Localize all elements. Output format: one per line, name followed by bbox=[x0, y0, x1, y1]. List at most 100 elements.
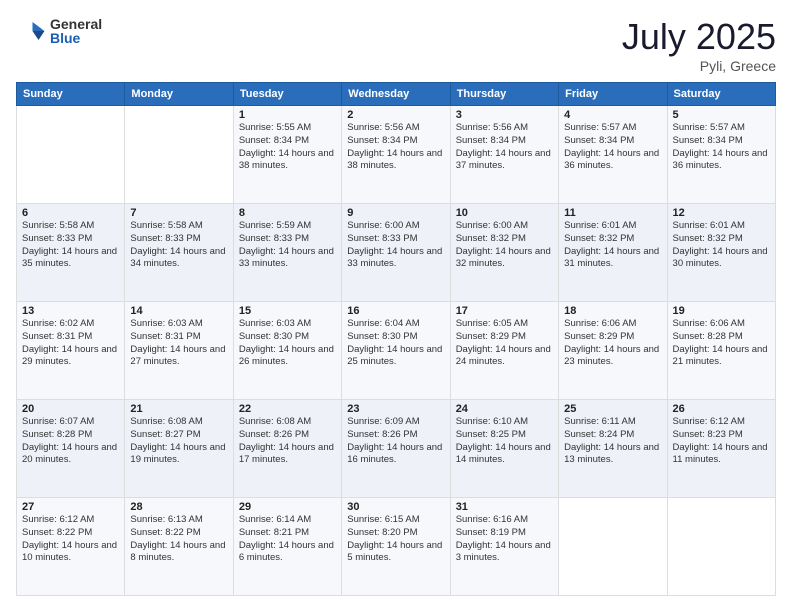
day-info: Sunrise: 6:02 AMSunset: 8:31 PMDaylight:… bbox=[22, 318, 119, 369]
calendar-cell: 24Sunrise: 6:10 AMSunset: 8:25 PMDayligh… bbox=[450, 400, 558, 498]
day-number: 18 bbox=[564, 305, 661, 317]
day-number: 5 bbox=[673, 109, 770, 121]
day-info: Sunrise: 6:06 AMSunset: 8:28 PMDaylight:… bbox=[673, 318, 770, 369]
logo-text: General Blue bbox=[50, 17, 102, 45]
day-number: 2 bbox=[347, 109, 444, 121]
calendar-cell: 29Sunrise: 6:14 AMSunset: 8:21 PMDayligh… bbox=[233, 498, 341, 596]
col-monday: Monday bbox=[125, 83, 233, 106]
calendar-cell: 5Sunrise: 5:57 AMSunset: 8:34 PMDaylight… bbox=[667, 106, 775, 204]
day-info: Sunrise: 5:56 AMSunset: 8:34 PMDaylight:… bbox=[347, 122, 444, 173]
page: General Blue July 2025 Pyli, Greece Sund… bbox=[0, 0, 792, 612]
calendar-cell: 8Sunrise: 5:59 AMSunset: 8:33 PMDaylight… bbox=[233, 204, 341, 302]
day-info: Sunrise: 6:13 AMSunset: 8:22 PMDaylight:… bbox=[130, 514, 227, 565]
day-number: 14 bbox=[130, 305, 227, 317]
calendar-cell: 16Sunrise: 6:04 AMSunset: 8:30 PMDayligh… bbox=[342, 302, 450, 400]
title-month: July 2025 bbox=[622, 16, 776, 58]
day-number: 20 bbox=[22, 403, 119, 415]
day-number: 4 bbox=[564, 109, 661, 121]
day-number: 15 bbox=[239, 305, 336, 317]
calendar-cell: 2Sunrise: 5:56 AMSunset: 8:34 PMDaylight… bbox=[342, 106, 450, 204]
logo-icon bbox=[16, 16, 46, 46]
day-number: 10 bbox=[456, 207, 553, 219]
day-number: 26 bbox=[673, 403, 770, 415]
day-info: Sunrise: 6:07 AMSunset: 8:28 PMDaylight:… bbox=[22, 416, 119, 467]
calendar-cell: 23Sunrise: 6:09 AMSunset: 8:26 PMDayligh… bbox=[342, 400, 450, 498]
calendar-cell: 25Sunrise: 6:11 AMSunset: 8:24 PMDayligh… bbox=[559, 400, 667, 498]
calendar-header-row: Sunday Monday Tuesday Wednesday Thursday… bbox=[17, 83, 776, 106]
calendar-cell: 3Sunrise: 5:56 AMSunset: 8:34 PMDaylight… bbox=[450, 106, 558, 204]
calendar-cell bbox=[559, 498, 667, 596]
calendar-cell: 19Sunrise: 6:06 AMSunset: 8:28 PMDayligh… bbox=[667, 302, 775, 400]
calendar-cell: 13Sunrise: 6:02 AMSunset: 8:31 PMDayligh… bbox=[17, 302, 125, 400]
day-info: Sunrise: 6:14 AMSunset: 8:21 PMDaylight:… bbox=[239, 514, 336, 565]
calendar-cell: 20Sunrise: 6:07 AMSunset: 8:28 PMDayligh… bbox=[17, 400, 125, 498]
day-info: Sunrise: 6:10 AMSunset: 8:25 PMDaylight:… bbox=[456, 416, 553, 467]
day-info: Sunrise: 6:09 AMSunset: 8:26 PMDaylight:… bbox=[347, 416, 444, 467]
calendar-week-1: 1Sunrise: 5:55 AMSunset: 8:34 PMDaylight… bbox=[17, 106, 776, 204]
day-info: Sunrise: 6:00 AMSunset: 8:33 PMDaylight:… bbox=[347, 220, 444, 271]
calendar-cell: 28Sunrise: 6:13 AMSunset: 8:22 PMDayligh… bbox=[125, 498, 233, 596]
day-info: Sunrise: 6:03 AMSunset: 8:30 PMDaylight:… bbox=[239, 318, 336, 369]
calendar-cell bbox=[125, 106, 233, 204]
day-number: 11 bbox=[564, 207, 661, 219]
day-number: 25 bbox=[564, 403, 661, 415]
day-number: 23 bbox=[347, 403, 444, 415]
day-number: 21 bbox=[130, 403, 227, 415]
calendar-cell: 22Sunrise: 6:08 AMSunset: 8:26 PMDayligh… bbox=[233, 400, 341, 498]
day-info: Sunrise: 5:56 AMSunset: 8:34 PMDaylight:… bbox=[456, 122, 553, 173]
calendar-cell: 27Sunrise: 6:12 AMSunset: 8:22 PMDayligh… bbox=[17, 498, 125, 596]
day-info: Sunrise: 6:06 AMSunset: 8:29 PMDaylight:… bbox=[564, 318, 661, 369]
calendar-cell: 15Sunrise: 6:03 AMSunset: 8:30 PMDayligh… bbox=[233, 302, 341, 400]
calendar-cell: 7Sunrise: 5:58 AMSunset: 8:33 PMDaylight… bbox=[125, 204, 233, 302]
day-info: Sunrise: 6:12 AMSunset: 8:22 PMDaylight:… bbox=[22, 514, 119, 565]
day-info: Sunrise: 5:59 AMSunset: 8:33 PMDaylight:… bbox=[239, 220, 336, 271]
calendar-week-4: 20Sunrise: 6:07 AMSunset: 8:28 PMDayligh… bbox=[17, 400, 776, 498]
day-info: Sunrise: 5:57 AMSunset: 8:34 PMDaylight:… bbox=[564, 122, 661, 173]
day-info: Sunrise: 5:55 AMSunset: 8:34 PMDaylight:… bbox=[239, 122, 336, 173]
col-saturday: Saturday bbox=[667, 83, 775, 106]
calendar-week-3: 13Sunrise: 6:02 AMSunset: 8:31 PMDayligh… bbox=[17, 302, 776, 400]
day-number: 19 bbox=[673, 305, 770, 317]
day-info: Sunrise: 5:58 AMSunset: 8:33 PMDaylight:… bbox=[130, 220, 227, 271]
day-info: Sunrise: 5:57 AMSunset: 8:34 PMDaylight:… bbox=[673, 122, 770, 173]
calendar-cell: 26Sunrise: 6:12 AMSunset: 8:23 PMDayligh… bbox=[667, 400, 775, 498]
calendar-cell: 9Sunrise: 6:00 AMSunset: 8:33 PMDaylight… bbox=[342, 204, 450, 302]
calendar-cell: 30Sunrise: 6:15 AMSunset: 8:20 PMDayligh… bbox=[342, 498, 450, 596]
day-info: Sunrise: 6:08 AMSunset: 8:27 PMDaylight:… bbox=[130, 416, 227, 467]
calendar-cell: 21Sunrise: 6:08 AMSunset: 8:27 PMDayligh… bbox=[125, 400, 233, 498]
day-number: 31 bbox=[456, 501, 553, 513]
day-info: Sunrise: 6:01 AMSunset: 8:32 PMDaylight:… bbox=[673, 220, 770, 271]
day-number: 29 bbox=[239, 501, 336, 513]
calendar-cell: 11Sunrise: 6:01 AMSunset: 8:32 PMDayligh… bbox=[559, 204, 667, 302]
logo-blue: Blue bbox=[50, 31, 102, 45]
day-number: 12 bbox=[673, 207, 770, 219]
day-number: 6 bbox=[22, 207, 119, 219]
day-number: 7 bbox=[130, 207, 227, 219]
title-block: July 2025 Pyli, Greece bbox=[622, 16, 776, 74]
calendar-table: Sunday Monday Tuesday Wednesday Thursday… bbox=[16, 82, 776, 596]
day-info: Sunrise: 6:08 AMSunset: 8:26 PMDaylight:… bbox=[239, 416, 336, 467]
title-location: Pyli, Greece bbox=[622, 58, 776, 74]
day-info: Sunrise: 6:05 AMSunset: 8:29 PMDaylight:… bbox=[456, 318, 553, 369]
col-thursday: Thursday bbox=[450, 83, 558, 106]
col-friday: Friday bbox=[559, 83, 667, 106]
day-info: Sunrise: 6:01 AMSunset: 8:32 PMDaylight:… bbox=[564, 220, 661, 271]
day-number: 16 bbox=[347, 305, 444, 317]
day-info: Sunrise: 6:04 AMSunset: 8:30 PMDaylight:… bbox=[347, 318, 444, 369]
calendar-cell: 10Sunrise: 6:00 AMSunset: 8:32 PMDayligh… bbox=[450, 204, 558, 302]
calendar-cell: 14Sunrise: 6:03 AMSunset: 8:31 PMDayligh… bbox=[125, 302, 233, 400]
col-wednesday: Wednesday bbox=[342, 83, 450, 106]
logo-general: General bbox=[50, 17, 102, 31]
calendar-cell: 31Sunrise: 6:16 AMSunset: 8:19 PMDayligh… bbox=[450, 498, 558, 596]
calendar-cell: 17Sunrise: 6:05 AMSunset: 8:29 PMDayligh… bbox=[450, 302, 558, 400]
calendar-cell: 1Sunrise: 5:55 AMSunset: 8:34 PMDaylight… bbox=[233, 106, 341, 204]
day-number: 28 bbox=[130, 501, 227, 513]
calendar-week-5: 27Sunrise: 6:12 AMSunset: 8:22 PMDayligh… bbox=[17, 498, 776, 596]
logo: General Blue bbox=[16, 16, 102, 46]
day-number: 3 bbox=[456, 109, 553, 121]
day-info: Sunrise: 6:15 AMSunset: 8:20 PMDaylight:… bbox=[347, 514, 444, 565]
calendar-week-2: 6 Sunrise: 5:58 AMSunset: 8:33 PMDaylight… bbox=[17, 204, 776, 302]
day-number: 24 bbox=[456, 403, 553, 415]
day-info: Sunrise: 6:12 AMSunset: 8:23 PMDaylight:… bbox=[673, 416, 770, 467]
day-number: 13 bbox=[22, 305, 119, 317]
